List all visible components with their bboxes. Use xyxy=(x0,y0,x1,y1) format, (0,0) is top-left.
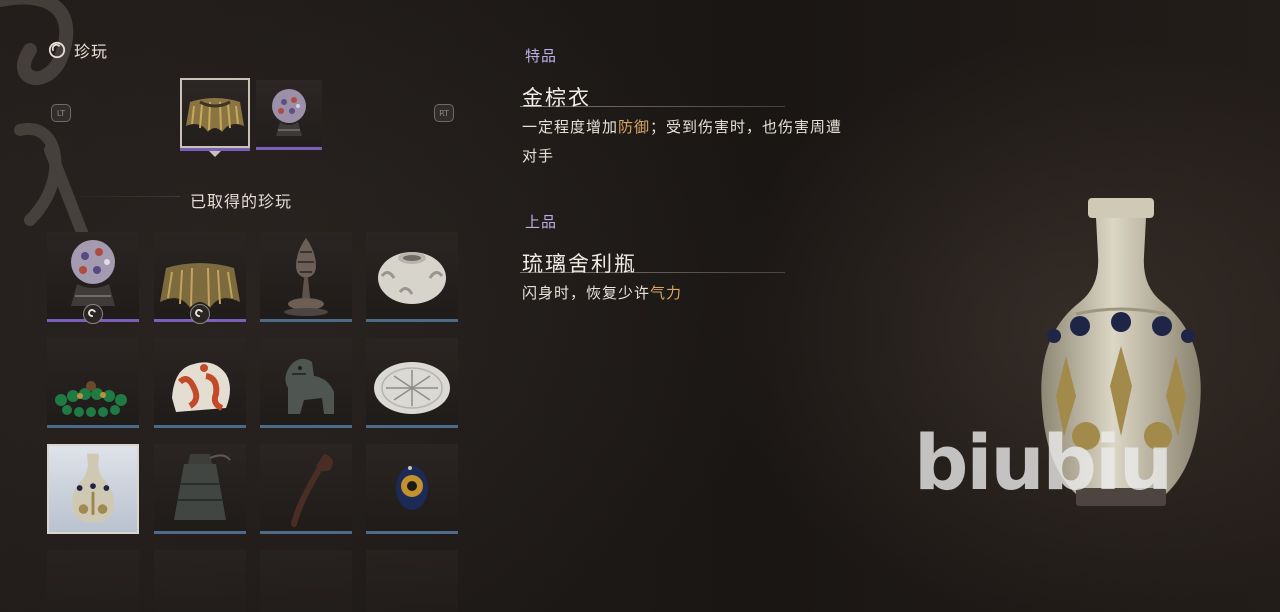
curio-slot-golden-cape[interactable] xyxy=(154,232,246,324)
wooden-ruyi-icon xyxy=(291,454,333,527)
glass-orb-icon xyxy=(272,89,306,136)
slot-bar xyxy=(366,425,458,428)
obtained-curios-title: 已取得的珍玩 xyxy=(190,192,293,211)
coral-carving-icon xyxy=(172,362,230,412)
empty-curio-slot[interactable] xyxy=(260,550,352,612)
curio-slot-coral-carving[interactable] xyxy=(154,338,246,428)
item-name: 琉璃舍利瓶 xyxy=(522,252,637,276)
empty-curio-slot[interactable] xyxy=(47,550,139,612)
slot-bar xyxy=(47,425,139,428)
effect-keyword: 防御 xyxy=(618,118,651,136)
slot-bar xyxy=(260,319,352,322)
name-underline xyxy=(520,106,785,107)
equipped-slot-2[interactable] xyxy=(256,80,322,150)
curio-slot-white-jar[interactable] xyxy=(366,232,458,322)
curio-slot-blue-eye-bead[interactable] xyxy=(366,444,458,534)
equipped-bar xyxy=(180,148,250,151)
equipped-slot-1[interactable] xyxy=(180,78,250,148)
equipped-mark-icon xyxy=(190,304,210,324)
item-name: 金棕衣 xyxy=(522,86,591,110)
bronze-bell-icon xyxy=(174,454,231,520)
blue-eye-bead-icon xyxy=(396,466,428,510)
equipped-mark-icon xyxy=(83,304,103,324)
item-grade: 上品 xyxy=(525,213,558,231)
category-title: 珍玩 xyxy=(74,42,109,61)
bronze-beast-icon xyxy=(285,358,334,414)
curio-icon xyxy=(48,41,66,59)
incense-burner-icon xyxy=(284,238,328,316)
item-description: 闪身时，恢复少许气力 xyxy=(522,284,683,302)
curio-slot-celadon-vase[interactable] xyxy=(47,444,139,534)
empty-curio-slot[interactable] xyxy=(154,550,246,612)
curio-slot-bronze-beast[interactable] xyxy=(260,338,352,428)
slot-bar xyxy=(154,531,246,534)
curio-screen: 珍玩 LT RT 已取得的珍玩 特品 金棕衣 一定程度增加防御；受到伤害时，也伤… xyxy=(0,0,1280,612)
slot-bar xyxy=(366,319,458,322)
curio-slot-bronze-bell[interactable] xyxy=(154,444,246,534)
rt-button[interactable]: RT xyxy=(434,104,454,122)
effect-keyword: 气力 xyxy=(650,284,683,302)
item-grade: 特品 xyxy=(525,47,558,65)
curio-slot-incense-burner[interactable] xyxy=(260,232,352,322)
equipped-bar xyxy=(256,147,322,150)
white-jar-icon xyxy=(378,252,446,304)
divider xyxy=(60,196,180,197)
slot-bar xyxy=(154,425,246,428)
white-plate-icon xyxy=(374,362,450,414)
slot-bar xyxy=(260,531,352,534)
celadon-vase-icon xyxy=(72,453,114,523)
jade-prayer-beads-icon xyxy=(55,381,127,417)
item-description: 一定程度增加防御；受到伤害时，也伤害周遭 对手 xyxy=(522,118,843,165)
golden-cape-icon xyxy=(186,98,244,132)
category-header: 珍玩 xyxy=(48,38,108,62)
slot-bar xyxy=(366,531,458,534)
empty-curio-slot[interactable] xyxy=(366,550,458,612)
lt-button[interactable]: LT xyxy=(51,104,71,122)
curio-slot-glass-orb[interactable] xyxy=(47,232,139,324)
curio-slot-white-plate[interactable] xyxy=(366,338,458,428)
watermark: biubiu xyxy=(914,418,1173,507)
curio-slot-jade-beads[interactable] xyxy=(47,338,139,428)
name-underline xyxy=(520,272,785,273)
slot-bar xyxy=(260,425,352,428)
curio-slot-wooden-ruyi[interactable] xyxy=(260,444,352,534)
